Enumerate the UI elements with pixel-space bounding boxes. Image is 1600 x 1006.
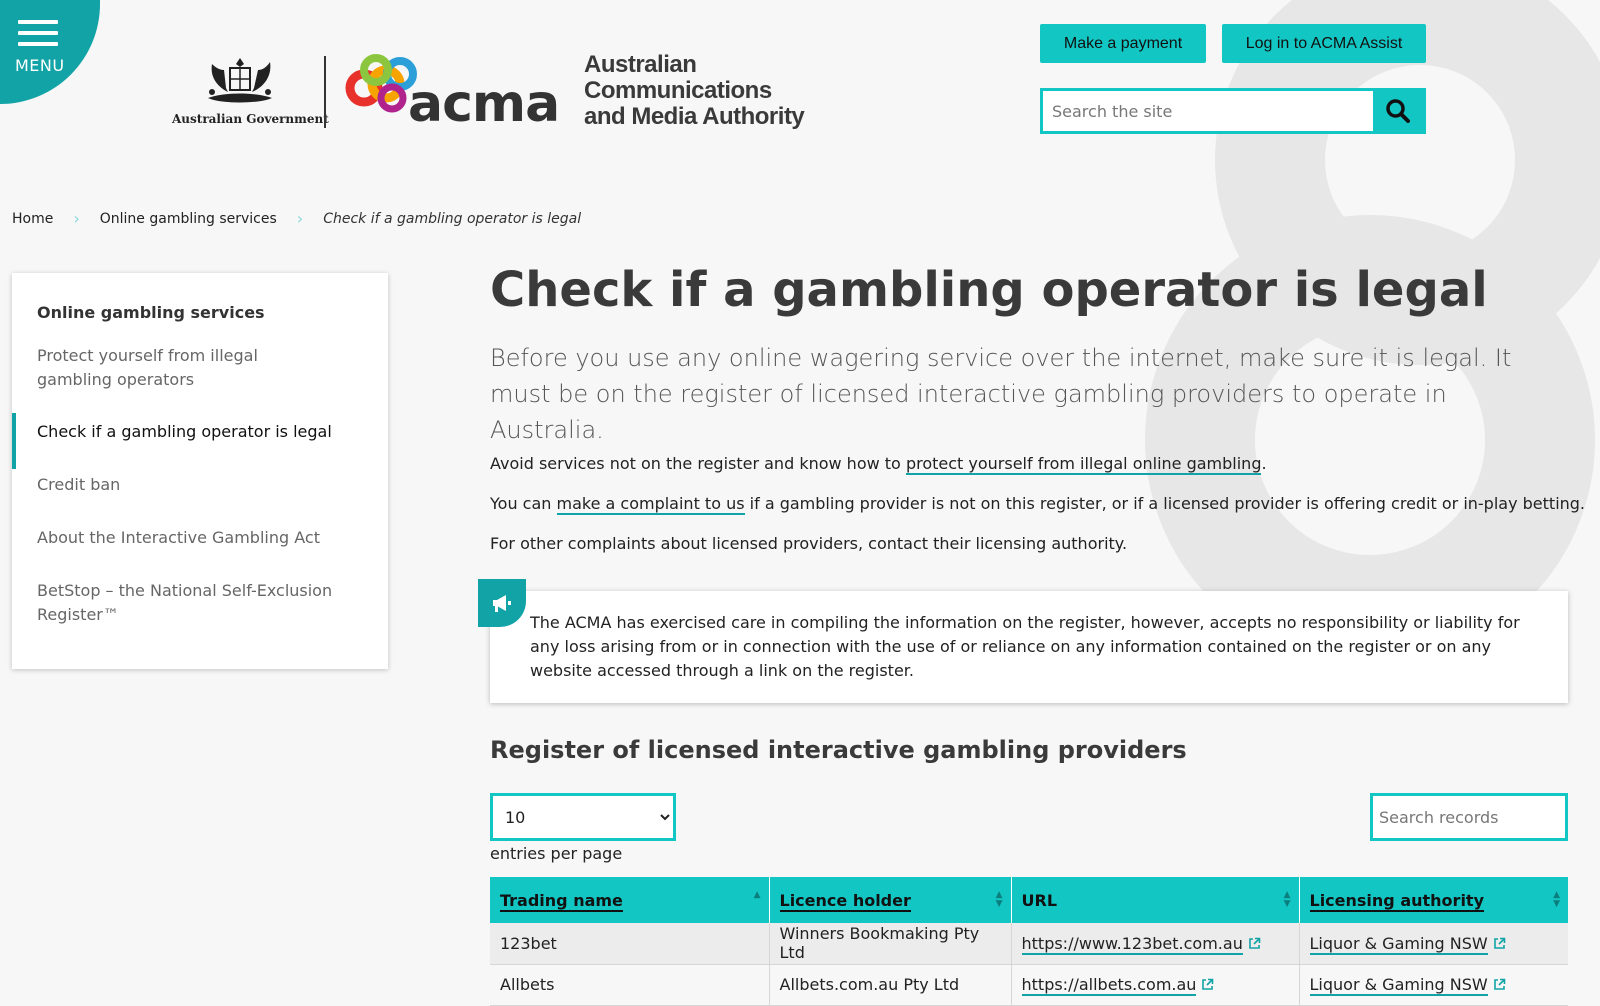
paragraph-text: You can — [490, 494, 557, 513]
gov-crest: Australian Government — [172, 52, 329, 126]
site-search-button[interactable] — [1373, 91, 1423, 131]
breadcrumb-current: Check if a gambling operator is legal — [323, 210, 582, 227]
paragraph-other-complaints: For other complaints about licensed prov… — [490, 534, 1128, 553]
external-link-icon — [1202, 978, 1214, 990]
acma-wordmark: acma — [408, 74, 560, 134]
sort-asc-icon: ▲ — [753, 890, 761, 900]
menu-label: MENU — [15, 56, 65, 75]
search-icon — [1386, 99, 1410, 123]
lead-paragraph: Before you use any online wagering servi… — [490, 344, 1512, 444]
breadcrumb: Home › Online gambling services › Check … — [12, 209, 581, 228]
site-search — [1040, 88, 1426, 134]
active-indicator — [12, 413, 16, 469]
column-header: Licence holder — [779, 890, 911, 912]
coat-of-arms-icon — [208, 58, 272, 103]
sidenav-item-protect-yourself[interactable]: Protect yourself from illegal gambling o… — [37, 344, 337, 392]
page-title: Check if a gambling operator is legal — [490, 262, 1488, 318]
register-table: Trading name ▲ Licence holder ▲ ▼ URL ▲ ▼ Lic… — [490, 877, 1568, 1006]
cell-authority: Liquor & Gaming NSW — [1299, 964, 1568, 1006]
column-header: URL — [1021, 890, 1058, 910]
external-link-icon — [1493, 978, 1506, 990]
protect-yourself-link[interactable]: protect yourself from illegal online gam… — [905, 454, 1262, 475]
sort-licensing-authority[interactable]: Licensing authority ▲ ▼ — [1299, 877, 1568, 923]
chevron-right-icon: › — [73, 209, 80, 228]
breadcrumb-section[interactable]: Online gambling services — [100, 211, 277, 227]
site-search-input[interactable] — [1043, 91, 1373, 131]
cell-licence-holder: Winners Bookmaking Pty Ltd — [769, 923, 1012, 965]
authority-name-line: Communications — [584, 77, 772, 104]
authority-link[interactable]: Liquor & Gaming NSW — [1309, 975, 1488, 996]
table-row: Allbets Allbets.com.au Pty Ltd https://a… — [490, 964, 1568, 1006]
operator-url-link[interactable]: https://www.123bet.com.au — [1021, 933, 1243, 955]
external-link-icon — [1249, 937, 1261, 949]
sort-url[interactable]: URL ▲ ▼ — [1011, 877, 1300, 923]
chevron-right-icon: › — [296, 209, 304, 228]
sort-icon: ▲ ▼ — [995, 890, 1003, 909]
gov-label: Australian Government — [172, 112, 329, 126]
sidenav-heading[interactable]: Online gambling services — [37, 303, 265, 322]
authority-link[interactable]: Liquor & Gaming NSW — [1309, 933, 1488, 955]
sort-icon: ▲ ▼ — [1283, 890, 1291, 909]
column-header: Licensing authority — [1309, 890, 1484, 912]
sort-licence-holder[interactable]: Licence holder ▲ ▼ — [769, 877, 1012, 923]
table-row: 123bet Winners Bookmaking Pty Ltd https:… — [490, 923, 1568, 965]
hamburger-icon — [18, 20, 58, 53]
paragraph-text: if a gambling provider is not on this re… — [744, 494, 1586, 513]
sidenav-item-about-act[interactable]: About the Interactive Gambling Act — [37, 526, 337, 550]
cell-url: https://www.123bet.com.au — [1011, 923, 1300, 965]
make-complaint-link[interactable]: make a complaint to us — [556, 494, 745, 515]
make-payment-button[interactable]: Make a payment — [1040, 24, 1206, 63]
paragraph-text: Avoid services not on the register and k… — [490, 454, 906, 473]
cell-url: https://allbets.com.au — [1011, 964, 1300, 1006]
sidenav-item-check-operator[interactable]: Check if a gambling operator is legal — [37, 420, 337, 444]
disclaimer-notice: The ACMA has exercised care in compiling… — [478, 579, 1568, 703]
menu-button[interactable]: MENU — [0, 0, 100, 104]
sort-trading-name[interactable]: Trading name ▲ — [490, 877, 770, 923]
section-sidenav: Online gambling services Protect yoursel… — [12, 273, 388, 669]
cell-trading-name: 123bet — [490, 923, 770, 965]
paragraph-avoid: Avoid services not on the register and k… — [490, 454, 1267, 475]
table-header-row: Trading name ▲ Licence holder ▲ ▼ URL ▲ ▼ Lic… — [490, 877, 1568, 923]
login-acma-assist-button[interactable]: Log in to ACMA Assist — [1222, 24, 1426, 63]
site-logo[interactable]: Australian Government acma Australian Co… — [172, 52, 822, 132]
paragraph-text: . — [1261, 454, 1267, 473]
authority-name: Australian Communications and Media Auth… — [584, 51, 805, 130]
column-header: Trading name — [500, 890, 623, 912]
operator-url-link[interactable]: https://allbets.com.au — [1021, 975, 1197, 996]
megaphone-icon — [478, 579, 526, 627]
notice-text: The ACMA has exercised care in compiling… — [530, 613, 1520, 680]
cell-trading-name: Allbets — [490, 964, 770, 1006]
logo-divider — [324, 56, 326, 128]
cell-licence-holder: Allbets.com.au Pty Ltd — [769, 964, 1012, 1006]
cell-authority: Liquor & Gaming NSW — [1299, 923, 1568, 965]
breadcrumb-home[interactable]: Home — [12, 211, 53, 227]
sort-icon: ▲ ▼ — [1553, 890, 1560, 909]
paragraph-complaint: You can make a complaint to us if a gamb… — [490, 494, 1586, 515]
entries-per-page-label: entries per page — [490, 844, 623, 863]
register-heading: Register of licensed interactive gamblin… — [490, 736, 1187, 764]
external-link-icon — [1493, 937, 1506, 949]
sidenav-item-betstop[interactable]: BetStop – the National Self-Exclusion Re… — [37, 579, 337, 627]
authority-name-line: and Media Authority — [584, 103, 805, 130]
authority-name-line: Australian — [584, 51, 697, 78]
entries-per-page-select[interactable]: 10 — [490, 793, 676, 841]
search-records-input[interactable] — [1370, 793, 1568, 841]
sidenav-item-credit-ban[interactable]: Credit ban — [37, 473, 337, 497]
